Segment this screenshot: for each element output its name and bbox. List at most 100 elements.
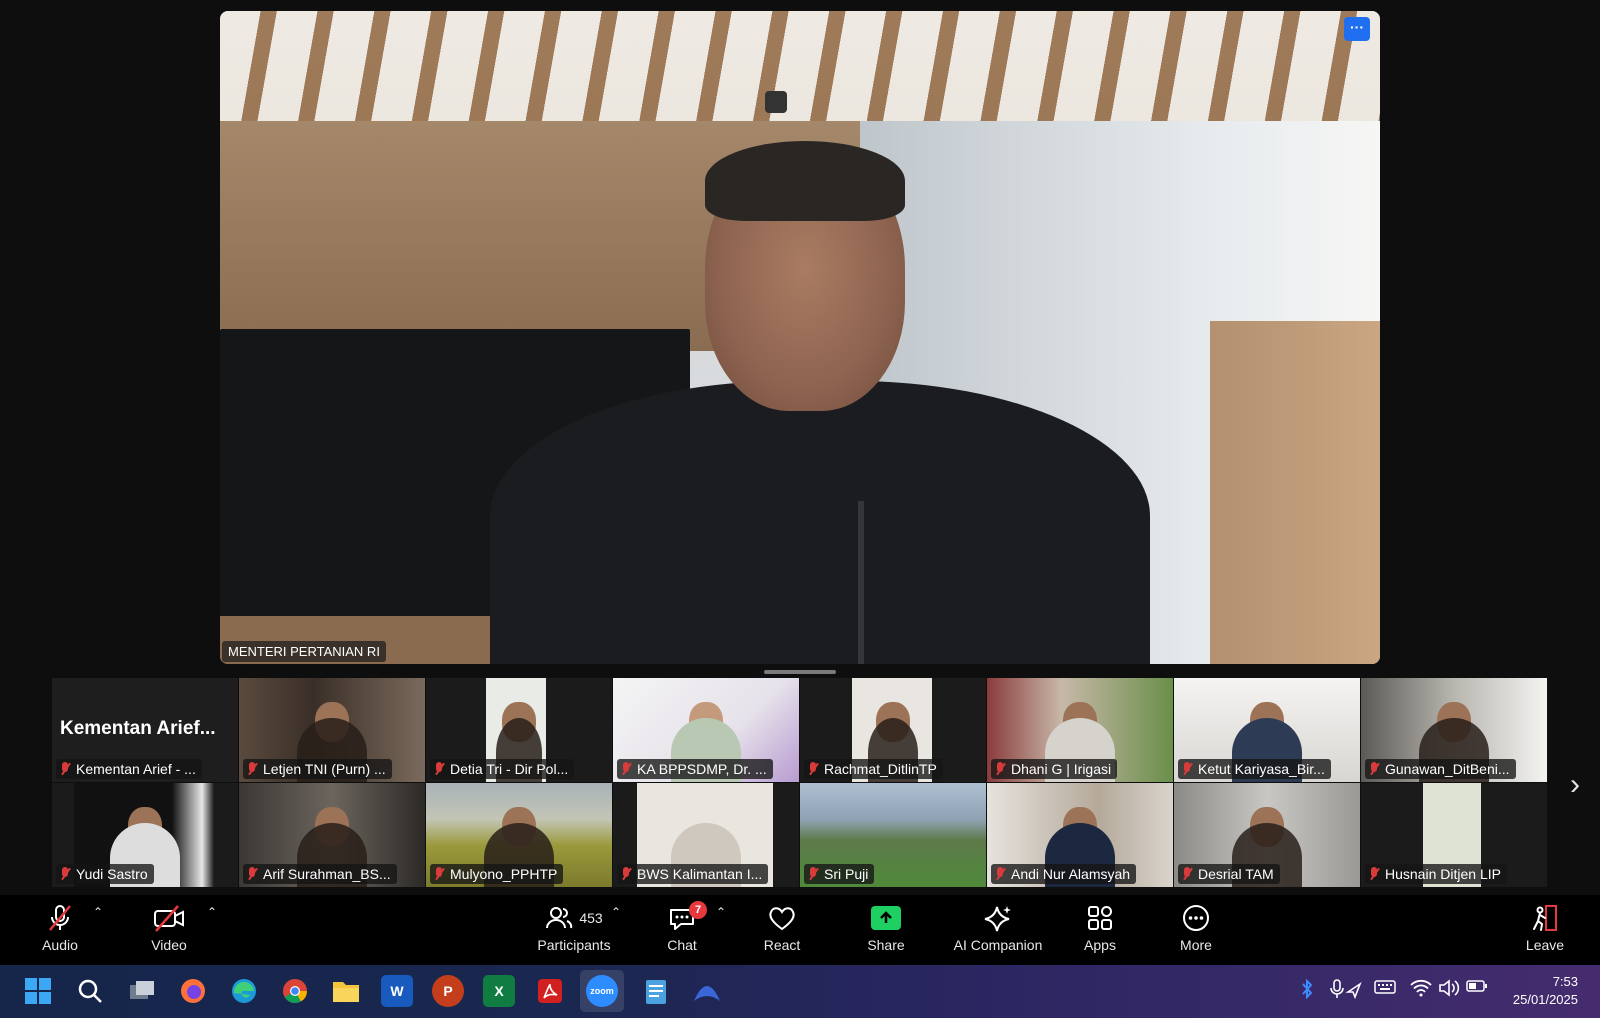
participant-tile[interactable]: Gunawan_DitBeni... xyxy=(1361,678,1547,782)
heart-icon xyxy=(769,907,795,931)
speaker-name-tag: MENTERI PERTANIAN RI xyxy=(222,641,386,662)
react-button[interactable]: React xyxy=(737,901,827,963)
video-options-caret[interactable]: ⌃ xyxy=(207,905,217,919)
ai-companion-button[interactable]: AI Companion xyxy=(940,901,1056,963)
mic-muted-icon xyxy=(434,762,444,776)
participant-tile[interactable]: Andi Nur Alamsyah xyxy=(987,783,1173,887)
wifi-icon[interactable] xyxy=(1410,979,1432,1000)
participant-name: Gunawan_DitBeni... xyxy=(1385,761,1510,777)
participant-tile[interactable]: Detia Tri - Dir Pol... xyxy=(426,678,612,782)
edge-icon[interactable] xyxy=(228,975,260,1007)
participant-tile[interactable]: Desrial TAM xyxy=(1174,783,1360,887)
mic-location-icon[interactable] xyxy=(1330,979,1362,1002)
clock-date: 25/01/2025 xyxy=(1512,992,1578,1007)
mic-muted-icon xyxy=(808,762,818,776)
participant-name-placeholder: Kementan Arief... xyxy=(60,718,216,739)
leave-button[interactable]: Leave xyxy=(1500,901,1590,963)
participant-tile[interactable]: Arif Surahman_BS... xyxy=(239,783,425,887)
audio-button[interactable]: Audio xyxy=(15,901,105,963)
participant-tile[interactable]: Letjen TNI (Purn) ... xyxy=(239,678,425,782)
zoom-icon: zoom xyxy=(586,975,618,1007)
task-view-icon[interactable] xyxy=(126,975,158,1007)
ceiling-camera xyxy=(765,91,787,113)
mic-muted-icon xyxy=(247,867,257,881)
participant-name: Mulyono_PPHTP xyxy=(450,866,558,882)
participant-name: KA BPPSDMP, Dr. ... xyxy=(637,761,767,777)
notepad-icon[interactable] xyxy=(640,975,672,1007)
keyboard-icon[interactable] xyxy=(1374,979,1396,998)
acrobat-icon[interactable] xyxy=(534,975,566,1007)
file-explorer-icon[interactable] xyxy=(330,975,362,1007)
ai-companion-label: AI Companion xyxy=(953,937,1043,953)
participant-name: Husnain Ditjen LIP xyxy=(1385,866,1501,882)
share-screen-button[interactable]: Share xyxy=(841,901,931,963)
participant-name: Ketut Kariyasa_Bir... xyxy=(1198,761,1325,777)
active-speaker-video[interactable]: ··· MENTERI PERTANIAN RI xyxy=(220,11,1380,664)
ceiling-slats xyxy=(220,11,1380,131)
start-windows-icon[interactable] xyxy=(22,975,54,1007)
gallery-resize-handle[interactable] xyxy=(764,670,836,674)
participant-tile[interactable]: Kementan Arief... Kementan Arief - ... xyxy=(52,678,238,782)
leave-label: Leave xyxy=(1525,937,1565,953)
video-button[interactable]: Video xyxy=(124,901,214,963)
participant-tile[interactable]: Husnain Ditjen LIP xyxy=(1361,783,1547,887)
audio-options-caret[interactable]: ⌃ xyxy=(93,905,103,919)
video-options-button[interactable]: ··· xyxy=(1344,17,1370,41)
search-icon[interactable] xyxy=(74,975,106,1007)
bluetooth-icon[interactable] xyxy=(1300,978,1314,1002)
clock-time: 7:53 xyxy=(1552,974,1578,989)
participant-label: Andi Nur Alamsyah xyxy=(991,864,1137,884)
firefox-icon[interactable] xyxy=(177,975,209,1007)
participant-tile[interactable]: KA BPPSDMP, Dr. ... xyxy=(613,678,799,782)
battery-icon[interactable] xyxy=(1466,979,1488,996)
mic-muted-icon xyxy=(434,867,444,881)
powerpoint-icon[interactable]: P xyxy=(432,975,464,1007)
participant-tile[interactable]: Dhani G | Irigasi xyxy=(987,678,1173,782)
system-clock[interactable]: 7:53 25/01/2025 xyxy=(1513,973,1578,1009)
participant-name: Letjen TNI (Purn) ... xyxy=(263,761,386,777)
participant-label: Dhani G | Irigasi xyxy=(991,759,1118,779)
participant-tile[interactable]: Rachmat_DitlinTP xyxy=(800,678,986,782)
chat-options-caret[interactable]: ⌃ xyxy=(716,905,726,919)
participant-name: Arif Surahman_BS... xyxy=(263,866,391,882)
apps-grid-icon xyxy=(1088,906,1112,930)
word-icon[interactable]: W xyxy=(381,975,413,1007)
more-button[interactable]: More xyxy=(1151,901,1241,963)
chat-label: Chat xyxy=(667,937,697,953)
share-arrow-icon xyxy=(871,906,901,930)
participant-tile[interactable]: BWS Kalimantan I... xyxy=(613,783,799,887)
speaker-person xyxy=(490,131,1150,664)
excel-icon[interactable]: X xyxy=(483,975,515,1007)
gallery-next-page-button[interactable]: › xyxy=(1570,768,1580,802)
zoom-taskbar-button[interactable]: zoom xyxy=(580,970,624,1012)
more-label: More xyxy=(1180,937,1212,953)
apps-button[interactable]: Apps xyxy=(1055,901,1145,963)
camera-off-icon xyxy=(154,905,184,932)
mic-muted-icon xyxy=(1182,867,1192,881)
participant-name: Desrial TAM xyxy=(1198,866,1274,882)
chrome-icon[interactable] xyxy=(279,975,311,1007)
volume-icon[interactable] xyxy=(1438,979,1460,1000)
participant-label: Yudi Sastro xyxy=(56,864,154,884)
participants-options-caret[interactable]: ⌃ xyxy=(611,905,621,919)
sparkle-icon xyxy=(984,906,1011,932)
participant-tile[interactable]: Ketut Kariyasa_Bir... xyxy=(1174,678,1360,782)
audio-label: Audio xyxy=(42,937,78,953)
chat-button[interactable]: 7 Chat xyxy=(637,901,727,963)
share-label: Share xyxy=(867,937,905,953)
leave-door-icon xyxy=(1533,905,1557,931)
participant-name: Yudi Sastro xyxy=(76,866,148,882)
participant-label: Sri Puji xyxy=(804,864,875,884)
participant-label: Desrial TAM xyxy=(1178,864,1280,884)
gallery-strip: Kementan Arief... Kementan Arief - ... L… xyxy=(52,678,1548,888)
mic-muted-icon xyxy=(1369,867,1379,881)
participant-tile[interactable]: Yudi Sastro xyxy=(52,783,238,887)
video-label: Video xyxy=(151,937,187,953)
windows-taskbar: W P X zoom 7:53 25/01/2025 xyxy=(0,965,1600,1018)
mic-muted-icon xyxy=(995,762,1005,776)
app-arch-icon[interactable] xyxy=(691,975,723,1007)
participant-tile[interactable]: Mulyono_PPHTP xyxy=(426,783,612,887)
participant-tile[interactable]: Sri Puji xyxy=(800,783,986,887)
participants-label: Participants xyxy=(537,937,611,953)
participant-label: Husnain Ditjen LIP xyxy=(1365,864,1507,884)
